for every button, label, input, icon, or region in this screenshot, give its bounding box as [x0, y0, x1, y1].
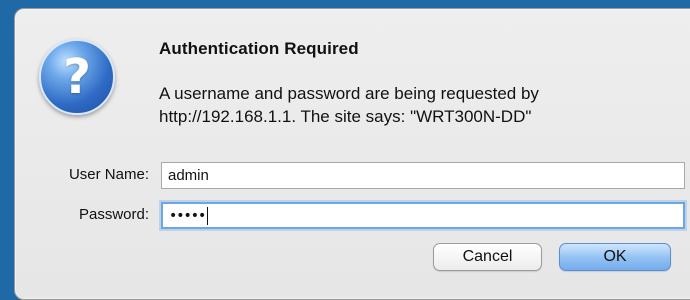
password-label: Password:: [78, 206, 149, 223]
password-masked-value: •••••: [169, 207, 206, 224]
question-mark-icon: ?: [39, 39, 115, 115]
dialog-title: Authentication Required: [159, 39, 359, 58]
ok-button[interactable]: OK: [559, 243, 671, 271]
text-caret: [207, 206, 209, 225]
user-name-value: admin: [168, 167, 209, 184]
cancel-button[interactable]: Cancel: [433, 243, 542, 271]
authentication-dialog: ? Authentication Required A username and…: [14, 8, 690, 300]
user-name-label: User Name:: [68, 166, 149, 183]
user-name-field[interactable]: admin: [161, 162, 685, 189]
password-field[interactable]: •••••: [161, 202, 685, 229]
dialog-message: A username and password are being reques…: [159, 84, 539, 126]
